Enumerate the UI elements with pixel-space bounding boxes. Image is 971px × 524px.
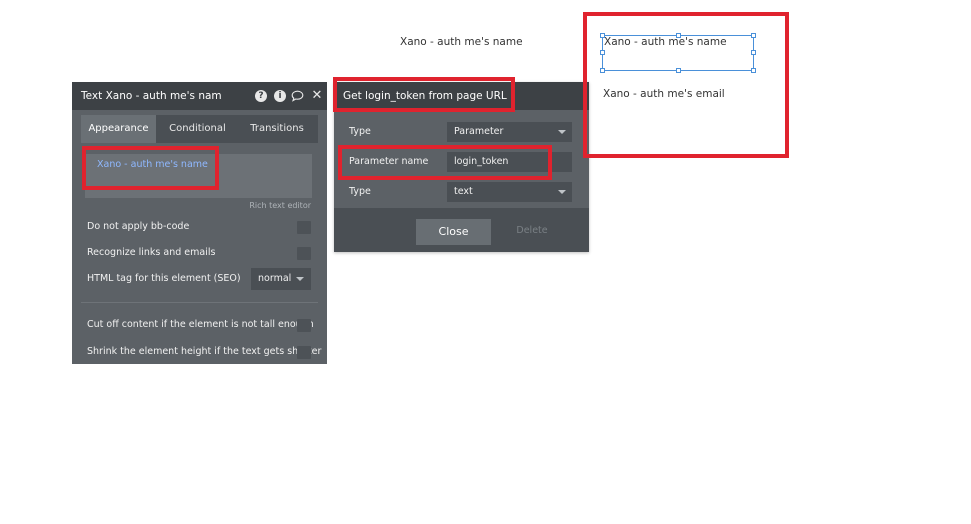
checkbox-shrink[interactable] xyxy=(297,346,311,359)
data-type-label: Type xyxy=(349,186,371,197)
delete-button[interactable]: Delete xyxy=(505,225,559,236)
checkbox-links[interactable] xyxy=(297,247,311,260)
property-editor-panel: Text Xano - auth me's nam ? i ✕ Appearan… xyxy=(72,82,327,364)
panel-tabs: Appearance Conditional Transitions xyxy=(81,115,318,143)
chevron-down-icon xyxy=(558,190,566,194)
comment-icon[interactable] xyxy=(291,90,304,102)
close-button[interactable]: Close xyxy=(416,219,491,245)
annotation-highlight-dialog-title xyxy=(333,77,515,112)
html-tag-value: normal xyxy=(258,273,292,284)
info-icon[interactable]: i xyxy=(274,90,286,102)
option-label-shrink: Shrink the element height if the text ge… xyxy=(87,346,322,357)
chevron-down-icon xyxy=(296,277,304,281)
option-label-links: Recognize links and emails xyxy=(87,247,216,258)
type-label: Type xyxy=(349,126,371,137)
tab-conditional[interactable]: Conditional xyxy=(159,115,236,143)
divider xyxy=(81,302,318,303)
help-icon[interactable]: ? xyxy=(255,90,267,102)
annotation-highlight-rich-text xyxy=(82,146,219,190)
type-select[interactable]: Parameter xyxy=(447,122,572,142)
data-type-value: text xyxy=(454,186,473,197)
data-type-select[interactable]: text xyxy=(447,182,572,202)
chevron-down-icon xyxy=(558,130,566,134)
tab-appearance[interactable]: Appearance xyxy=(81,115,156,143)
option-label-bbcode: Do not apply bb-code xyxy=(87,221,190,232)
type-value: Parameter xyxy=(454,126,504,137)
annotation-highlight-canvas-element xyxy=(583,12,789,158)
html-tag-select[interactable]: normal xyxy=(251,268,311,290)
close-icon[interactable]: ✕ xyxy=(311,89,323,102)
checkbox-cutoff[interactable] xyxy=(297,319,311,332)
rich-text-editor-label: Rich text editor xyxy=(249,201,311,210)
annotation-highlight-parameter-name xyxy=(338,145,552,180)
option-label-cutoff: Cut off content if the element is not ta… xyxy=(87,319,314,330)
tab-transitions[interactable]: Transitions xyxy=(238,115,316,143)
checkbox-bbcode[interactable] xyxy=(297,221,311,234)
panel-header: Text Xano - auth me's nam ? i ✕ xyxy=(72,82,327,110)
panel-title: Text Xano - auth me's nam xyxy=(81,90,222,102)
html-tag-label: HTML tag for this element (SEO) xyxy=(87,273,241,284)
canvas-text-name[interactable]: Xano - auth me's name xyxy=(400,36,523,48)
